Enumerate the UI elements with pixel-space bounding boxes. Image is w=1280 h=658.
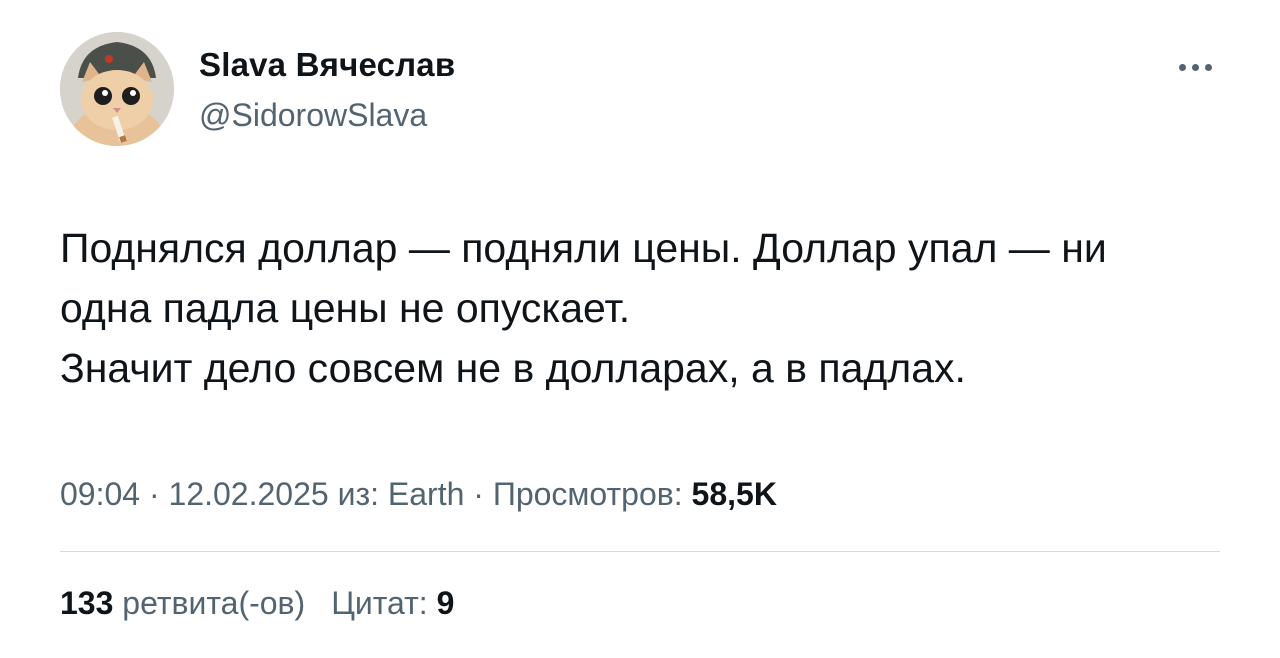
tweet-stats: 133 ретвита(-ов) Цитат: 9: [60, 585, 454, 622]
views-count: 58,5K: [691, 476, 777, 512]
tweet-text-line: Значит дело совсем не в долларах, а в па…: [60, 345, 966, 391]
views-label: Просмотров:: [492, 476, 692, 512]
more-dots-icon: [1191, 63, 1199, 71]
more-dots-icon: [1178, 63, 1186, 71]
more-options-button[interactable]: [1170, 52, 1220, 82]
retweets-count: 133: [60, 585, 114, 621]
more-dots-icon: [1204, 63, 1212, 71]
quotes-label: Цитат:: [331, 585, 437, 621]
tweet-date[interactable]: 12.02.2025: [169, 476, 329, 512]
retweets-label: ретвита(-ов): [113, 585, 306, 621]
tweet-meta: 09:04 · 12.02.2025 из: Earth · Просмотро…: [60, 476, 777, 513]
tweet-text-line: Поднялся доллар — подняли цены. Доллар у…: [60, 225, 1107, 271]
author-display-name[interactable]: Slava Вячеслав: [199, 46, 455, 84]
meta-separator: ·: [140, 476, 169, 512]
source-prefix: из:: [328, 476, 388, 512]
tweet-text-line: одна падла цены не опускает.: [60, 285, 631, 331]
quotes-count: 9: [436, 585, 455, 621]
quotes-link[interactable]: Цитат: 9: [331, 585, 454, 621]
meta-separator: ·: [464, 476, 493, 512]
divider: [60, 551, 1220, 552]
tweet-source: Earth: [387, 476, 465, 512]
tweet-card: Slava Вячеслав @SidorowSlava Поднялся до…: [0, 0, 1280, 658]
tweet-text: Поднялся доллар — подняли цены. Доллар у…: [60, 218, 1230, 398]
tweet-time[interactable]: 09:04: [60, 476, 140, 512]
author-handle[interactable]: @SidorowSlava: [199, 97, 427, 134]
avatar[interactable]: [60, 32, 174, 146]
retweets-link[interactable]: 133 ретвита(-ов): [60, 585, 305, 621]
cat-avatar-icon: [60, 32, 174, 146]
